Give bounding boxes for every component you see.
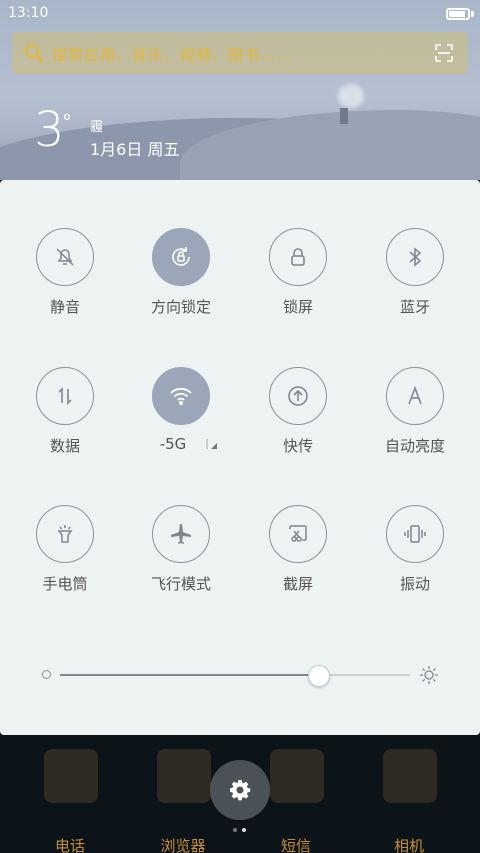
dock-app-camera[interactable]: 相机 bbox=[369, 749, 449, 853]
airplane-toggle[interactable] bbox=[152, 505, 210, 563]
rotation-lock-icon bbox=[172, 247, 190, 266]
brightness-track[interactable] bbox=[60, 665, 410, 687]
brightness-fill bbox=[60, 674, 319, 676]
messages-icon bbox=[270, 749, 324, 803]
upload-icon bbox=[288, 386, 308, 406]
gear-icon bbox=[230, 780, 251, 801]
brightness-slider[interactable] bbox=[40, 660, 440, 690]
flashlight-icon bbox=[57, 525, 73, 543]
tile-label: 截屏 bbox=[282, 575, 313, 593]
bell-off-icon bbox=[56, 248, 74, 266]
status-time: 13:10 bbox=[8, 5, 49, 21]
bluetooth-toggle[interactable] bbox=[386, 228, 444, 286]
tile-wifi[interactable]: -5G bbox=[121, 319, 241, 453]
camera-icon bbox=[383, 749, 437, 803]
tile-label: 快传 bbox=[282, 437, 313, 455]
wifi-toggle[interactable] bbox=[152, 367, 210, 425]
temperature: 3 bbox=[34, 102, 65, 158]
screenshot-button[interactable] bbox=[269, 505, 327, 563]
wifi-icon bbox=[170, 387, 192, 406]
tile-flashlight[interactable]: 手电筒 bbox=[5, 457, 125, 593]
data-arrows-icon bbox=[58, 387, 72, 405]
quick-settings-panel: 静音 方向锁定 锁屏 蓝牙 数据 -5G 快传 自动亮度 手电筒 飞行模式 截屏… bbox=[0, 180, 480, 735]
tile-label: 手电筒 bbox=[42, 575, 88, 593]
sun-icon bbox=[420, 666, 438, 684]
tile-bluetooth[interactable]: 蓝牙 bbox=[355, 180, 475, 316]
dock-label: 电话 bbox=[54, 837, 85, 853]
tile-label: 振动 bbox=[399, 575, 430, 593]
rotation-lock-toggle[interactable] bbox=[152, 228, 210, 286]
brightness-low-icon bbox=[42, 670, 51, 679]
tile-silent[interactable]: 静音 bbox=[5, 180, 125, 316]
battery-tip bbox=[471, 11, 474, 17]
silent-toggle[interactable] bbox=[36, 228, 94, 286]
page-dot bbox=[233, 828, 237, 832]
lock-icon bbox=[291, 248, 305, 266]
tile-label: 锁屏 bbox=[282, 298, 313, 316]
tile-label: 静音 bbox=[49, 298, 80, 316]
lock-screen-button[interactable] bbox=[269, 228, 327, 286]
tile-auto-brightness[interactable]: 自动亮度 bbox=[355, 319, 475, 455]
tile-vibrate[interactable]: 振动 bbox=[355, 457, 475, 593]
flashlight-toggle[interactable] bbox=[36, 505, 94, 563]
brightness-thumb[interactable] bbox=[308, 665, 330, 687]
dock-label: 短信 bbox=[280, 837, 311, 853]
tile-screenshot[interactable]: 截屏 bbox=[238, 457, 358, 593]
scan-icon[interactable] bbox=[434, 43, 454, 63]
weather-condition: 霾 bbox=[90, 120, 104, 135]
page-dot-active bbox=[242, 828, 246, 832]
search-input[interactable]: 搜索应用、音乐、视频、图书…… bbox=[52, 44, 292, 65]
tile-rotation-lock[interactable]: 方向锁定 bbox=[121, 180, 241, 316]
screenshot-icon bbox=[289, 525, 307, 542]
tile-label: 自动亮度 bbox=[384, 437, 445, 455]
data-toggle[interactable] bbox=[36, 367, 94, 425]
tile-data[interactable]: 数据 bbox=[5, 319, 125, 455]
tile-transfer[interactable]: 快传 bbox=[238, 319, 358, 455]
dock-label: 浏览器 bbox=[160, 837, 206, 853]
phone-icon bbox=[44, 749, 98, 803]
tile-label: 数据 bbox=[49, 437, 80, 455]
vibrate-icon bbox=[404, 525, 426, 543]
status-bar: 13:10 bbox=[0, 0, 480, 26]
battery-icon bbox=[446, 8, 470, 20]
page-indicator bbox=[233, 828, 249, 834]
tile-label: 蓝牙 bbox=[399, 298, 430, 316]
dock-label: 相机 bbox=[393, 837, 424, 853]
airplane-icon bbox=[171, 524, 191, 544]
wifi-expand-icon[interactable] bbox=[205, 437, 219, 451]
transfer-button[interactable] bbox=[269, 367, 327, 425]
wallpaper-header: 13:10 搜索应用、音乐、视频、图书…… 3 ° 霾 1月6日 周五 bbox=[0, 0, 480, 180]
dock-app-phone[interactable]: 电话 bbox=[30, 749, 110, 853]
search-icon bbox=[24, 43, 44, 63]
auto-brightness-icon bbox=[408, 385, 422, 405]
browser-icon bbox=[157, 749, 211, 803]
vibrate-toggle[interactable] bbox=[386, 505, 444, 563]
degree-symbol: ° bbox=[62, 110, 72, 134]
tile-airplane[interactable]: 飞行模式 bbox=[121, 457, 241, 593]
tile-label: 方向锁定 bbox=[150, 298, 211, 316]
wallpaper-smoke bbox=[338, 84, 364, 108]
tile-lock-screen[interactable]: 锁屏 bbox=[238, 180, 358, 316]
settings-button[interactable] bbox=[210, 760, 270, 820]
tile-label: 飞行模式 bbox=[150, 575, 211, 593]
wallpaper-chimney bbox=[340, 108, 348, 124]
search-bar[interactable]: 搜索应用、音乐、视频、图书…… bbox=[12, 32, 468, 74]
bluetooth-icon bbox=[409, 247, 422, 267]
auto-brightness-toggle[interactable] bbox=[386, 367, 444, 425]
date-text: 1月6日 周五 bbox=[90, 140, 180, 159]
